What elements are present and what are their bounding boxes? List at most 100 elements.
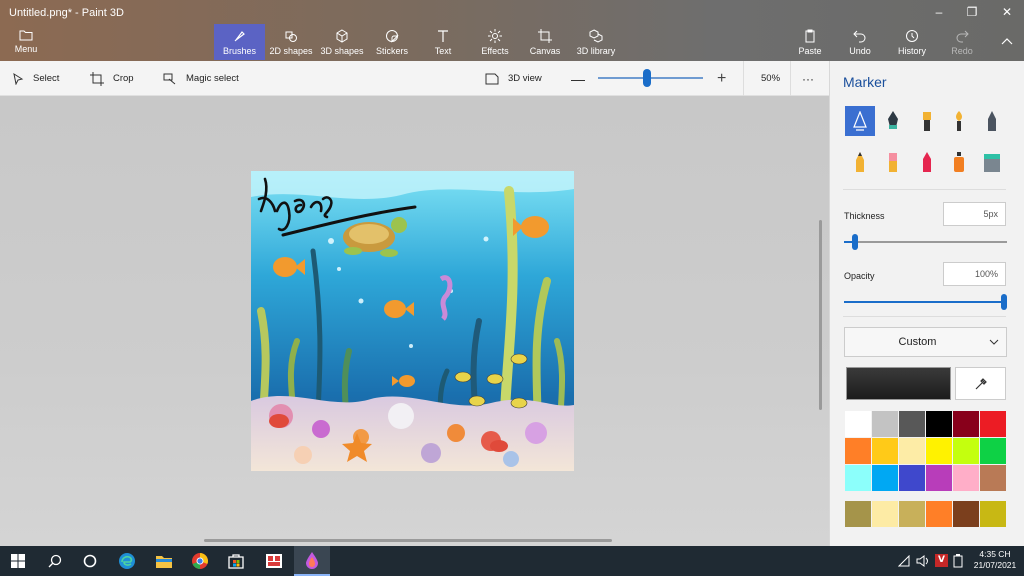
divider [843, 189, 1006, 190]
color-swatch[interactable] [953, 438, 979, 464]
history-button[interactable]: History [894, 24, 930, 60]
tab-3d-library[interactable]: 3D library [572, 24, 620, 60]
calligraphy-pen-button[interactable] [878, 106, 908, 136]
redo-button[interactable]: Redo [947, 24, 977, 60]
color-swatch[interactable] [872, 501, 898, 527]
crop-button[interactable]: Crop [90, 61, 134, 96]
tab-label: 2D shapes [269, 46, 313, 56]
maximize-button[interactable]: ❐ [955, 0, 989, 24]
color-swatch[interactable] [845, 438, 871, 464]
search-button[interactable] [37, 546, 73, 576]
vertical-scrollbar[interactable] [819, 220, 822, 410]
more-options-button[interactable]: ··· [802, 61, 814, 96]
task-view-button[interactable] [72, 546, 108, 576]
thickness-slider[interactable] [844, 234, 1007, 250]
current-color-swatch[interactable] [846, 367, 951, 400]
menu-button[interactable]: Menu [6, 24, 46, 60]
tab-label: Effects [481, 46, 509, 56]
network-icon[interactable] [897, 554, 912, 570]
color-swatch[interactable] [845, 411, 871, 437]
eraser-button[interactable] [878, 147, 908, 177]
color-swatch[interactable] [899, 438, 925, 464]
tab-3d-shapes[interactable]: 3D shapes [318, 24, 366, 60]
antivirus-tray-icon[interactable]: V [935, 554, 948, 567]
color-swatch[interactable] [980, 501, 1006, 527]
color-swatch[interactable] [953, 411, 979, 437]
collapse-ribbon-button[interactable] [995, 24, 1019, 60]
color-swatch[interactable] [980, 438, 1006, 464]
color-swatch[interactable] [899, 411, 925, 437]
horizontal-scrollbar[interactable] [204, 539, 612, 542]
tab-effects[interactable]: Effects [474, 24, 516, 60]
opacity-slider-thumb[interactable] [1001, 294, 1007, 310]
paste-button[interactable]: Paste [795, 24, 825, 60]
taskbar-store[interactable] [218, 546, 254, 576]
color-swatch[interactable] [980, 465, 1006, 491]
color-swatch[interactable] [872, 438, 898, 464]
zoom-slider[interactable] [598, 69, 703, 87]
volume-icon[interactable] [916, 555, 930, 570]
taskbar-app[interactable] [256, 546, 292, 576]
menu-label: Menu [14, 44, 38, 54]
marker-brush-button[interactable] [845, 106, 875, 136]
thickness-label: Thickness [844, 211, 885, 221]
start-button[interactable] [0, 546, 36, 576]
brush-panel: Marker Thickness 5px Opacity 100% Custom [829, 61, 1024, 546]
tab-canvas[interactable]: Canvas [525, 24, 565, 60]
opacity-slider[interactable] [844, 294, 1007, 310]
3d-view-button[interactable]: 3D view [485, 61, 542, 96]
undo-icon [853, 30, 866, 43]
thickness-input[interactable]: 5px [943, 202, 1006, 226]
tab-2d-shapes[interactable]: 2D shapes [266, 24, 316, 60]
color-swatch[interactable] [953, 501, 979, 527]
color-swatch[interactable] [926, 465, 952, 491]
clock[interactable]: 4:35 CH 21/07/2021 [972, 549, 1018, 571]
taskbar-edge[interactable] [109, 546, 145, 576]
magic-select-icon [163, 73, 176, 84]
tab-brushes[interactable]: Brushes [214, 24, 265, 60]
taskbar-chrome[interactable] [182, 546, 218, 576]
drawing-canvas[interactable]: ngas [251, 171, 574, 471]
pixel-pen-icon [988, 111, 996, 131]
close-button[interactable]: ✕ [990, 0, 1024, 24]
zoom-slider-thumb[interactable] [643, 69, 651, 87]
pixel-pen-button[interactable] [977, 106, 1007, 136]
color-swatch[interactable] [926, 438, 952, 464]
color-swatch[interactable] [926, 501, 952, 527]
watercolor-button[interactable] [944, 106, 974, 136]
color-swatch[interactable] [845, 501, 871, 527]
color-swatch[interactable] [872, 411, 898, 437]
color-swatch[interactable] [926, 411, 952, 437]
tab-stickers[interactable]: Stickers [370, 24, 414, 60]
zoom-level[interactable]: 50% [761, 61, 780, 96]
taskbar-file-explorer[interactable] [146, 546, 182, 576]
zoom-in-button[interactable]: + [717, 61, 726, 96]
2d-shapes-icon [285, 31, 297, 42]
magic-select-label: Magic select [186, 73, 239, 84]
color-swatch[interactable] [899, 501, 925, 527]
taskbar-paint-3d[interactable] [294, 546, 330, 576]
oil-brush-button[interactable] [912, 106, 942, 136]
minimize-button[interactable]: – [922, 0, 956, 24]
history-label: History [897, 46, 926, 56]
color-swatch[interactable] [980, 411, 1006, 437]
color-swatch[interactable] [899, 465, 925, 491]
opacity-input[interactable]: 100% [943, 262, 1006, 286]
zoom-out-button[interactable]: — [571, 61, 585, 96]
tab-text[interactable]: Text [423, 24, 463, 60]
magic-select-button[interactable]: Magic select [163, 61, 239, 96]
app-tiles-icon [266, 554, 282, 568]
battery-icon[interactable] [953, 554, 963, 571]
color-swatch[interactable] [845, 465, 871, 491]
crayon-button[interactable] [912, 147, 942, 177]
color-mode-dropdown[interactable]: Custom [844, 327, 1007, 357]
color-swatch[interactable] [872, 465, 898, 491]
select-button[interactable]: Select [12, 61, 59, 96]
spray-can-button[interactable] [944, 147, 974, 177]
color-swatch[interactable] [953, 465, 979, 491]
pencil-button[interactable] [845, 147, 875, 177]
eyedropper-button[interactable] [955, 367, 1006, 400]
thickness-slider-thumb[interactable] [852, 234, 858, 250]
undo-button[interactable]: Undo [845, 24, 875, 60]
fill-button[interactable] [977, 147, 1007, 177]
